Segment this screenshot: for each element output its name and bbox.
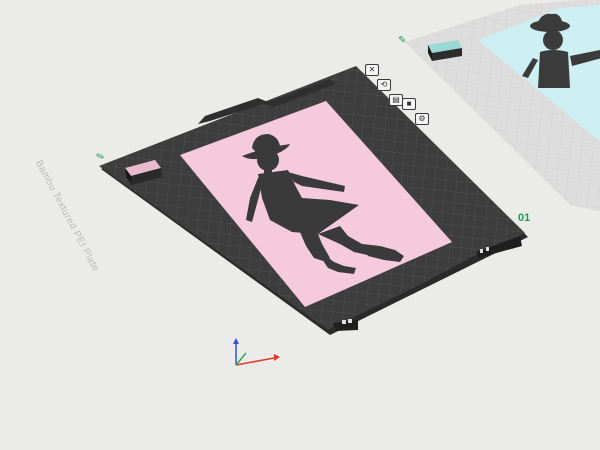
plate-edit-icon[interactable]: ✎ — [95, 151, 107, 164]
lock-plate-icon[interactable]: ■ — [402, 98, 416, 110]
z-axis-arrow — [233, 338, 239, 344]
arrange-icon[interactable]: ▤ — [389, 94, 403, 106]
build-plate[interactable] — [99, 66, 528, 335]
secondary-edit-icon[interactable]: ✎ — [398, 35, 406, 46]
plate-settings-icon[interactable]: ⚙ — [415, 113, 429, 125]
auto-orient-icon[interactable]: ⟲ — [377, 79, 391, 91]
close-plate-icon[interactable]: ✕ — [365, 64, 379, 76]
axis-gizmo — [233, 338, 280, 366]
plate-number[interactable]: 01 — [518, 212, 530, 224]
3d-viewport[interactable]: ✎ ✎ — [0, 0, 600, 450]
x-axis-arrow — [274, 354, 280, 361]
